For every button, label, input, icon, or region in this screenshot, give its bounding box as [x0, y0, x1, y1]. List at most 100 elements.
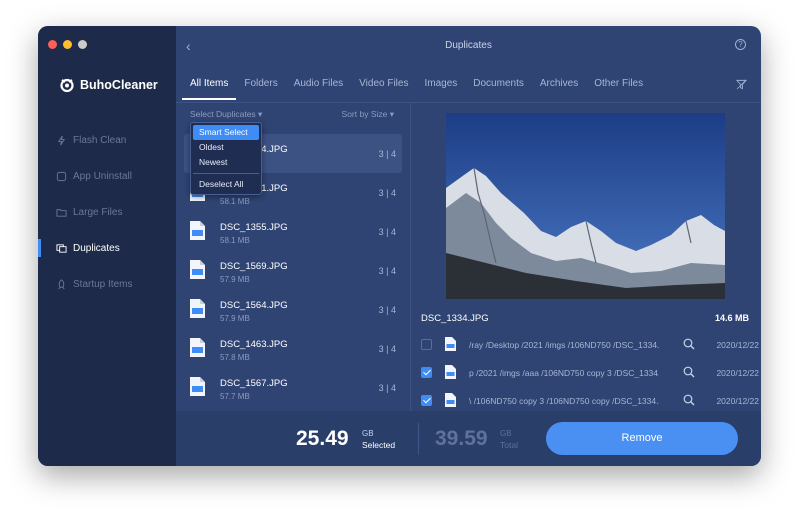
image-file-icon: [190, 221, 205, 240]
selected-size-label: Selected: [362, 440, 396, 450]
file-size: 57.9 MB: [220, 314, 250, 323]
file-name: DSC_1567.JPG: [220, 378, 288, 389]
menu-separator: [193, 173, 259, 174]
file-path: /ray /Desktop /2021 /imgs /106ND750 /DSC…: [469, 340, 659, 350]
list-item[interactable]: DSC_1569.JPG 57.9 MB 3 | 4: [176, 251, 410, 290]
sidebar-item-label: Large Files: [73, 206, 123, 218]
menu-item-smart-select[interactable]: Smart Select: [193, 125, 259, 140]
sidebar: BuhoCleaner Flash Clean App Uninstall La…: [38, 26, 176, 466]
category-tabs: All Items Folders Audio Files Video File…: [182, 72, 651, 100]
image-file-icon: [190, 377, 205, 396]
tab-documents[interactable]: Documents: [465, 72, 532, 100]
image-file-icon: [445, 365, 456, 379]
tab-images[interactable]: Images: [416, 72, 465, 100]
duplicate-path-row[interactable]: \ /106ND750 copy 3 /106ND750 copy /DSC_1…: [421, 391, 759, 411]
sidebar-item-label: Duplicates: [73, 242, 120, 254]
app-window: BuhoCleaner Flash Clean App Uninstall La…: [38, 26, 761, 466]
duplicate-path-row[interactable]: /ray /Desktop /2021 /imgs /106ND750 /DSC…: [421, 335, 759, 355]
duplicate-path-row[interactable]: p /2021 /imgs /aaa /106ND750 copy 3 /DSC…: [421, 363, 759, 383]
file-name: DSC_1355.JPG: [220, 222, 288, 233]
close-window-button[interactable]: [48, 40, 57, 49]
tab-video-files[interactable]: Video Files: [351, 72, 416, 100]
app-icon: [56, 171, 67, 181]
file-date: 2020/12/22: [716, 368, 759, 378]
buho-logo-icon: [60, 78, 74, 93]
total-size-label: Total: [500, 440, 518, 450]
sidebar-item-label: Flash Clean: [73, 134, 127, 146]
sidebar-nav: Flash Clean App Uninstall Large Files Du…: [38, 122, 176, 302]
list-item[interactable]: DSC_1463.JPG 57.8 MB 3 | 4: [176, 329, 410, 368]
menu-item-oldest[interactable]: Oldest: [193, 140, 259, 155]
total-size-unit: GB: [500, 429, 512, 438]
duplicate-count: 3 | 4: [378, 266, 396, 276]
brand: BuhoCleaner: [59, 77, 158, 93]
duplicate-count: 3 | 4: [378, 188, 396, 198]
file-size: 57.8 MB: [220, 353, 250, 362]
selected-size-value: 25.49: [296, 427, 349, 450]
preview-file-size: 14.6 MB: [714, 313, 749, 323]
search-icon[interactable]: [683, 394, 695, 406]
file-name: DSC_1569.JPG: [220, 261, 288, 272]
list-header: Select Duplicates ▾ Sort by Size ▾: [190, 109, 400, 123]
tab-all-items[interactable]: All Items: [182, 72, 237, 100]
bottom-bar: 25.49 GB Selected 39.59 GB Total Remove: [176, 411, 761, 466]
list-item[interactable]: DSC_1564.JPG 57.9 MB 3 | 4: [176, 290, 410, 329]
help-icon[interactable]: ?: [735, 39, 746, 50]
duplicate-count: 3 | 4: [378, 305, 396, 315]
brand-name: BuhoCleaner: [80, 78, 158, 92]
minimize-window-button[interactable]: [63, 40, 72, 49]
path-checkbox[interactable]: [421, 367, 432, 378]
sidebar-item-label: Startup Items: [73, 278, 133, 290]
total-size-value: 39.59: [435, 427, 488, 450]
file-date: 2020/12/22: [716, 396, 759, 406]
duplicate-count: 3 | 4: [378, 149, 396, 159]
select-duplicates-dropdown[interactable]: Select Duplicates ▾: [190, 109, 262, 120]
image-file-icon: [190, 338, 205, 357]
image-file-icon: [190, 299, 205, 318]
sidebar-item-label: App Uninstall: [73, 170, 132, 182]
sort-dropdown[interactable]: Sort by Size ▾: [342, 109, 394, 120]
menu-item-newest[interactable]: Newest: [193, 155, 259, 170]
file-name: DSC_1564.JPG: [220, 300, 288, 311]
window-title: Duplicates: [445, 40, 492, 51]
filter-icon[interactable]: [736, 79, 747, 90]
image-file-icon: [190, 260, 205, 279]
file-size: 58.1 MB: [220, 197, 250, 206]
folder-icon: [56, 208, 67, 217]
tab-audio-files[interactable]: Audio Files: [286, 72, 351, 100]
select-duplicates-menu: Smart Select Oldest Newest Deselect All: [190, 122, 262, 195]
tab-folders[interactable]: Folders: [236, 72, 285, 100]
list-item[interactable]: DSC_1567.JPG 57.7 MB 3 | 4: [176, 368, 410, 407]
file-path: p /2021 /imgs /aaa /106ND750 copy 3 /DSC…: [469, 368, 659, 378]
path-checkbox[interactable]: [421, 395, 432, 406]
remove-button[interactable]: Remove: [546, 422, 738, 455]
file-path: \ /106ND750 copy 3 /106ND750 copy /DSC_1…: [469, 396, 659, 406]
menu-item-deselect-all[interactable]: Deselect All: [193, 177, 259, 192]
main-panel: ‹ Duplicates ? All Items Folders Audio F…: [176, 26, 761, 466]
search-icon[interactable]: [683, 338, 695, 350]
titlebar: ‹ Duplicates ?: [176, 26, 761, 64]
duplicate-count: 3 | 4: [378, 344, 396, 354]
file-size: 57.9 MB: [220, 275, 250, 284]
preview-image: [446, 113, 725, 299]
list-item[interactable]: DSC_1355.JPG 58.1 MB 3 | 4: [176, 212, 410, 251]
zoom-window-button[interactable]: [78, 40, 87, 49]
path-checkbox[interactable]: [421, 339, 432, 350]
duplicates-icon: [56, 243, 67, 253]
flash-icon: [57, 135, 66, 145]
preview-file-name: DSC_1334.JPG: [421, 313, 489, 324]
search-icon[interactable]: [683, 366, 695, 378]
file-size: 57.7 MB: [220, 392, 250, 401]
file-date: 2020/12/22: [716, 340, 759, 350]
sidebar-item-large-files[interactable]: Large Files: [38, 194, 176, 230]
rocket-icon: [58, 278, 65, 289]
window-controls: [48, 40, 87, 49]
sidebar-item-flash-clean[interactable]: Flash Clean: [38, 122, 176, 158]
tab-other-files[interactable]: Other Files: [586, 72, 651, 100]
sidebar-item-startup-items[interactable]: Startup Items: [38, 266, 176, 302]
duplicate-count: 3 | 4: [378, 227, 396, 237]
image-file-icon: [445, 393, 456, 407]
sidebar-item-app-uninstall[interactable]: App Uninstall: [38, 158, 176, 194]
sidebar-item-duplicates[interactable]: Duplicates: [38, 230, 176, 266]
tab-archives[interactable]: Archives: [532, 72, 586, 100]
